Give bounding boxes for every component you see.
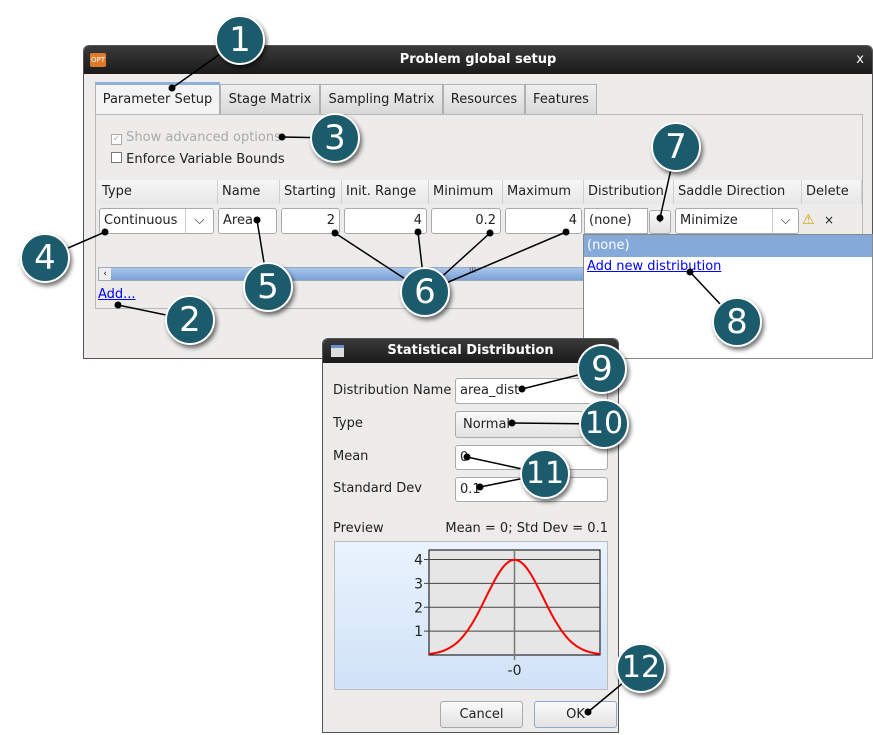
callout-anchor-dot [278, 133, 286, 141]
callout-anchor-dot [686, 268, 694, 276]
callout-anchor-dot [168, 84, 176, 92]
callout-anchor-dot [253, 216, 261, 224]
callout-7: 7 [651, 122, 701, 172]
callout-1: 1 [215, 15, 265, 65]
callout-anchor-dot [476, 483, 484, 491]
callout-10: 10 [579, 399, 629, 449]
callout-anchor-dot [414, 228, 422, 236]
callout-anchor-dot [508, 419, 516, 427]
callout-anchor-dot [463, 453, 471, 461]
callout-anchor-dot [518, 385, 526, 393]
callout-anchor-dot [486, 229, 494, 237]
callout-12: 12 [616, 643, 666, 693]
callout-9: 9 [577, 344, 627, 394]
callout-5: 5 [243, 262, 293, 312]
callout-3: 3 [310, 113, 360, 163]
callout-anchor-dot [114, 301, 122, 309]
callout-2: 2 [165, 295, 215, 345]
callout-anchor-dot [562, 228, 570, 236]
callout-4: 4 [20, 233, 70, 283]
callout-6: 6 [400, 267, 450, 317]
callout-anchor-dot [584, 708, 592, 716]
callout-anchor-dot [101, 228, 109, 236]
callout-11: 11 [520, 449, 570, 499]
callout-8: 8 [712, 297, 762, 347]
callout-anchor-dot [331, 229, 339, 237]
callout-anchor-dot [656, 214, 664, 222]
callout-leaders [44, 39, 738, 716]
